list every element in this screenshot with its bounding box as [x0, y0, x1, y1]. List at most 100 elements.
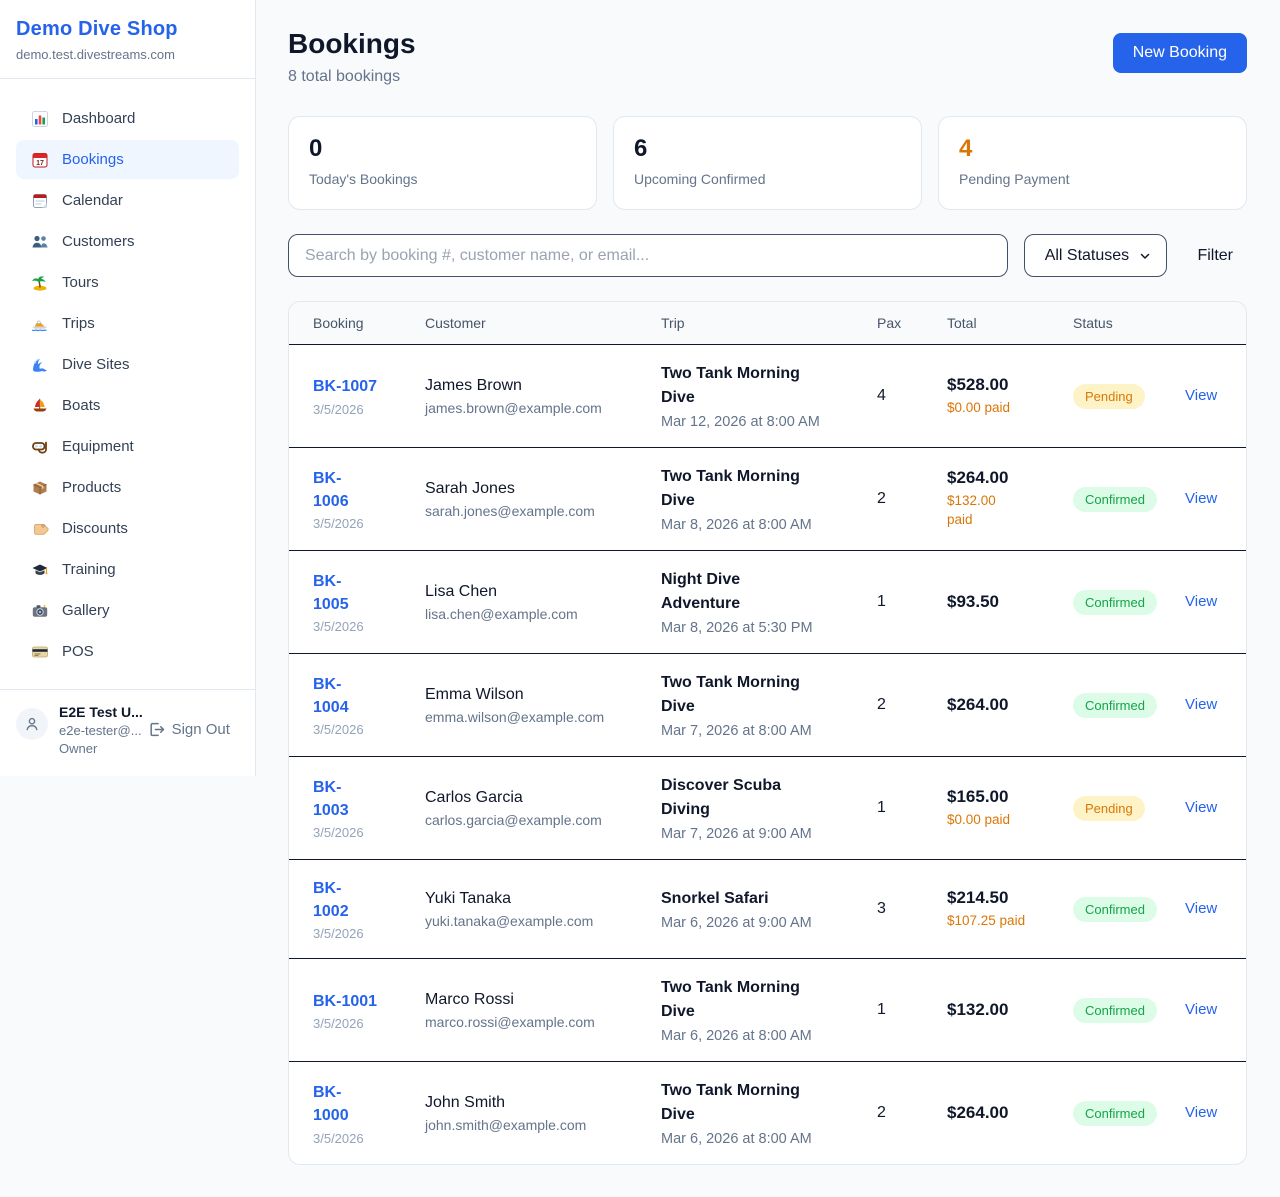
status-cell: Confirmed: [1073, 590, 1185, 615]
trip-cell: Two Tank Morning Dive Mar 6, 2026 at 8:0…: [661, 976, 877, 1044]
customer-cell: Marco Rossi marco.rossi@example.com: [425, 991, 661, 1030]
page-header-text: Bookings 8 total bookings: [288, 28, 416, 86]
column-header: [1185, 315, 1222, 331]
sidebar-item-trips[interactable]: Trips: [16, 304, 239, 343]
view-link[interactable]: View: [1185, 1104, 1217, 1121]
view-link[interactable]: View: [1185, 387, 1217, 404]
new-booking-button[interactable]: New Booking: [1113, 33, 1247, 73]
total-amount: $264.00: [947, 1103, 1061, 1123]
booking-id-link[interactable]: BK-1006: [313, 467, 349, 513]
actions-cell: View: [1185, 696, 1222, 714]
customer-name: Sarah Jones: [425, 480, 649, 498]
table-row: BK-1006 3/5/2026 Sarah Jones sarah.jones…: [289, 447, 1246, 550]
sidebar-item-label: Gallery: [62, 602, 110, 619]
actions-cell: View: [1185, 1001, 1222, 1019]
sidebar-item-dive-sites[interactable]: Dive Sites: [16, 345, 239, 384]
search-input[interactable]: [288, 234, 1008, 277]
sidebar-item-label: Boats: [62, 397, 100, 414]
booking-id-link[interactable]: BK-1007: [313, 375, 377, 398]
bar-chart-icon: [30, 109, 49, 128]
customer-email: yuki.tanaka@example.com: [425, 913, 649, 929]
sidebar-item-bookings[interactable]: 17Bookings: [16, 140, 239, 179]
sidebar-item-label: Dashboard: [62, 110, 135, 127]
table-row: BK-1005 3/5/2026 Lisa Chen lisa.chen@exa…: [289, 550, 1246, 653]
booking-id-link[interactable]: BK-1004: [313, 673, 349, 719]
stat-card: 4Pending Payment: [938, 116, 1247, 210]
filter-button[interactable]: Filter: [1183, 239, 1247, 273]
actions-cell: View: [1185, 799, 1222, 817]
sidebar-item-dashboard[interactable]: Dashboard: [16, 99, 239, 138]
customer-email: john.smith@example.com: [425, 1117, 649, 1133]
filter-row: All Statuses Filter: [288, 234, 1247, 277]
booking-id-link[interactable]: BK-1001: [313, 990, 377, 1013]
trip-cell: Two Tank Morning Dive Mar 12, 2026 at 8:…: [661, 362, 877, 430]
page-subtitle: 8 total bookings: [288, 68, 416, 86]
actions-cell: View: [1185, 593, 1222, 611]
sidebar-item-discounts[interactable]: Discounts: [16, 509, 239, 548]
total-amount: $264.00: [947, 468, 1061, 488]
sidebar-item-label: Tours: [62, 274, 99, 291]
customer-cell: John Smith john.smith@example.com: [425, 1094, 661, 1133]
paid-amount: $107.25 paid: [947, 912, 1061, 931]
sidebar-item-calendar[interactable]: Calendar: [16, 181, 239, 220]
sidebar-item-pos[interactable]: POS: [16, 632, 239, 671]
actions-cell: View: [1185, 490, 1222, 508]
user-role: Owner: [59, 741, 239, 756]
booking-id-link[interactable]: BK-1003: [313, 776, 349, 822]
sign-out-icon: [148, 721, 165, 738]
sidebar-item-gallery[interactable]: Gallery: [16, 591, 239, 630]
status-cell: Pending: [1073, 796, 1185, 821]
total-cell: $264.00 $132.00paid: [947, 468, 1073, 530]
wave-icon: [30, 355, 49, 374]
trip-name: Two Tank Morning Dive: [661, 362, 816, 410]
total-amount: $528.00: [947, 375, 1061, 395]
customer-name: John Smith: [425, 1094, 649, 1112]
column-header-pax: Pax: [877, 315, 947, 331]
trip-datetime: Mar 6, 2026 at 8:00 AM: [661, 1028, 865, 1044]
trip-datetime: Mar 12, 2026 at 8:00 AM: [661, 414, 865, 430]
sidebar-item-boats[interactable]: Boats: [16, 386, 239, 425]
status-badge: Confirmed: [1073, 590, 1157, 615]
status-badge: Confirmed: [1073, 1101, 1157, 1126]
booking-date: 3/5/2026: [313, 926, 413, 941]
booking-date: 3/5/2026: [313, 516, 413, 531]
customer-cell: Emma Wilson emma.wilson@example.com: [425, 686, 661, 725]
booking-id-link[interactable]: BK-1002: [313, 877, 349, 923]
trip-name: Snorkel Safari: [661, 887, 816, 911]
pax-count: 4: [877, 387, 947, 405]
view-link[interactable]: View: [1185, 799, 1217, 816]
total-cell: $214.50 $107.25 paid: [947, 888, 1073, 931]
sidebar-item-label: Training: [62, 561, 116, 578]
view-link[interactable]: View: [1185, 1001, 1217, 1018]
sidebar-item-customers[interactable]: Customers: [16, 222, 239, 261]
sidebar-item-label: Bookings: [62, 151, 124, 168]
booking-id-link[interactable]: BK-1000: [313, 1081, 349, 1127]
booking-date: 3/5/2026: [313, 722, 413, 737]
sidebar-item-training[interactable]: Training: [16, 550, 239, 589]
page-header: Bookings 8 total bookings New Booking: [288, 28, 1247, 86]
view-link[interactable]: View: [1185, 593, 1217, 610]
status-filter-select[interactable]: All Statuses: [1024, 234, 1167, 277]
booking-date: 3/5/2026: [313, 619, 413, 634]
booking-id-link[interactable]: BK-1005: [313, 570, 349, 616]
sidebar-item-tours[interactable]: Tours: [16, 263, 239, 302]
trip-cell: Night Dive Adventure Mar 8, 2026 at 5:30…: [661, 568, 877, 636]
sign-out-button[interactable]: Sign Out: [148, 721, 230, 738]
stat-card: 0Today's Bookings: [288, 116, 597, 210]
sidebar-item-equipment[interactable]: Equipment: [16, 427, 239, 466]
pax-count: 2: [877, 1104, 947, 1122]
avatar: [16, 708, 48, 740]
actions-cell: View: [1185, 387, 1222, 405]
pax-count: 2: [877, 490, 947, 508]
stat-label: Upcoming Confirmed: [634, 171, 901, 187]
booking-cell: BK-1003 3/5/2026: [313, 776, 425, 840]
sidebar-item-products[interactable]: Products: [16, 468, 239, 507]
trip-datetime: Mar 8, 2026 at 8:00 AM: [661, 517, 865, 533]
view-link[interactable]: View: [1185, 696, 1217, 713]
stat-value: 0: [309, 135, 576, 163]
user-name: E2E Test U...: [59, 704, 239, 720]
view-link[interactable]: View: [1185, 490, 1217, 507]
trip-cell: Two Tank Morning Dive Mar 8, 2026 at 8:0…: [661, 465, 877, 533]
table-row: BK-1007 3/5/2026 James Brown james.brown…: [289, 345, 1246, 447]
view-link[interactable]: View: [1185, 900, 1217, 917]
